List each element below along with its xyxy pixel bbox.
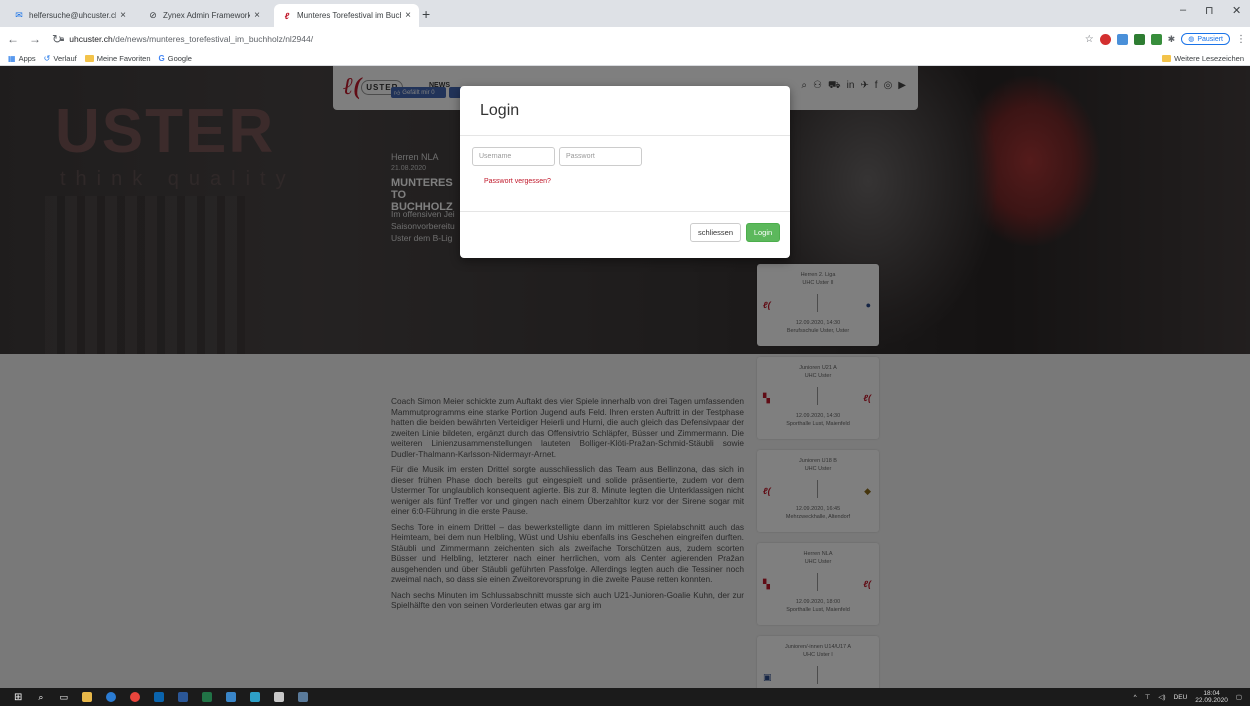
lock-icon: 🔒︎ — [60, 34, 65, 43]
close-icon[interactable]: × — [254, 10, 260, 21]
file-explorer-icon[interactable] — [81, 692, 92, 702]
edge-icon[interactable] — [105, 692, 116, 702]
new-tab-button[interactable]: + — [422, 6, 430, 22]
notifications-icon[interactable]: ▢ — [1236, 693, 1242, 701]
password-input[interactable] — [559, 147, 642, 166]
modal-footer: schliessen Login — [460, 211, 790, 258]
tab-title: helfersuche@uhcuster.ch — [29, 11, 117, 20]
menu-icon[interactable]: ⋮ — [1236, 34, 1246, 45]
mail-icon: ✉ — [15, 10, 23, 20]
star-icon[interactable]: ☆ — [1085, 34, 1094, 45]
taskview-icon[interactable]: ▭ — [59, 692, 68, 703]
url-field[interactable]: 🔒︎ uhcuster.ch /de/news/munteres_torefes… — [60, 30, 313, 48]
browser-tabbar: ✉ helfersuche@uhcuster.ch × ⊘ Zynex Admi… — [0, 0, 1250, 27]
windows-start-icon[interactable]: ⊞ — [14, 692, 22, 703]
modal-title: Login — [480, 102, 520, 119]
clock[interactable]: 18:04 22.09.2020 — [1195, 690, 1228, 704]
bookmark-apps[interactable]: ▦ Apps — [8, 54, 36, 63]
system-tray: ^ ⊤ ◁) DEU 18:04 22.09.2020 ▢ — [1134, 690, 1242, 704]
url-path: /de/news/munteres_torefestival_im_buchho… — [112, 34, 314, 44]
address-bar: ← → ↻ 🔒︎ uhcuster.ch /de/news/munteres_t… — [0, 27, 1250, 51]
minimize-button[interactable]: – — [1180, 4, 1186, 16]
close-icon[interactable]: × — [405, 10, 411, 21]
bookmark-google[interactable]: G Google — [159, 54, 192, 63]
extension-icon[interactable] — [1150, 33, 1162, 45]
modal-body: Passwort vergessen? — [460, 137, 790, 212]
maximize-button[interactable]: ⊓ — [1205, 4, 1214, 17]
other-bookmarks[interactable]: Weitere Lesezeichen — [1162, 54, 1244, 63]
chrome-icon[interactable] — [129, 692, 140, 702]
url-host: uhcuster.ch — [69, 34, 113, 44]
search-icon[interactable]: ⌕ — [38, 692, 43, 703]
store-icon[interactable] — [225, 692, 236, 702]
opera-icon[interactable] — [1099, 33, 1111, 45]
forgot-password-link[interactable]: Passwort vergessen? — [484, 178, 551, 185]
chevron-up-icon[interactable]: ^ — [1134, 694, 1137, 701]
bookmark-history[interactable]: ↺ Verlauf — [44, 54, 77, 63]
login-modal: Login Passwort vergessen? schliessen Log… — [460, 86, 790, 258]
calculator-icon[interactable] — [297, 692, 308, 702]
login-button[interactable]: Login — [746, 223, 780, 242]
taskbar: ⊞ ⌕ ▭ ^ ⊤ ◁) DEU 18:04 22.09.2020 ▢ — [0, 688, 1250, 706]
back-icon[interactable]: ← — [4, 32, 22, 46]
app-icon[interactable] — [249, 692, 260, 702]
volume-icon[interactable]: ◁) — [1158, 693, 1165, 701]
uhc-icon: ℓ — [284, 10, 290, 21]
folder-icon — [84, 54, 94, 62]
excel-icon[interactable] — [201, 692, 212, 702]
word-icon[interactable] — [177, 692, 188, 702]
tab-title: Zynex Admin Framework — [163, 11, 251, 20]
tab-article[interactable]: ℓ Munteres Torefestival im Buchho × — [274, 4, 419, 27]
apps-grid-icon: ▦ — [8, 53, 16, 63]
network-icon[interactable]: ⊤ — [1145, 693, 1151, 701]
username-input[interactable] — [472, 147, 555, 166]
folder-icon — [1162, 55, 1172, 62]
bookmark-favorites[interactable]: Meine Favoriten — [84, 54, 151, 63]
google-icon: G — [158, 53, 165, 63]
paint-icon[interactable] — [273, 692, 284, 702]
profile-icon: ◍ — [1188, 36, 1195, 43]
tab-mail[interactable]: ✉ helfersuche@uhcuster.ch × — [6, 4, 134, 27]
close-button[interactable]: schliessen — [690, 223, 741, 242]
bookmarks-bar: ▦ Apps ↺ Verlauf Meine Favoriten G Googl… — [0, 51, 1250, 66]
tab-admin[interactable]: ⊘ Zynex Admin Framework × — [140, 4, 268, 27]
profile-paused-button[interactable]: ◍ Pausiert — [1181, 33, 1230, 45]
extensions: ☆ ✱ ◍ Pausiert ⋮ — [1085, 30, 1246, 48]
input-language[interactable]: DEU — [1174, 694, 1188, 701]
outlook-icon[interactable] — [153, 692, 164, 702]
globe-icon: ⊘ — [149, 10, 157, 20]
puzzle-icon[interactable]: ✱ — [1168, 34, 1176, 45]
close-icon[interactable]: × — [120, 10, 126, 21]
modal-header: Login — [460, 86, 790, 136]
forward-icon[interactable]: → — [26, 32, 44, 46]
extension-icon[interactable] — [1133, 33, 1145, 45]
history-icon: ↺ — [43, 53, 51, 63]
extension-icon[interactable] — [1116, 33, 1128, 45]
close-window-button[interactable]: ✕ — [1232, 4, 1241, 17]
tab-title: Munteres Torefestival im Buchho — [297, 11, 401, 20]
